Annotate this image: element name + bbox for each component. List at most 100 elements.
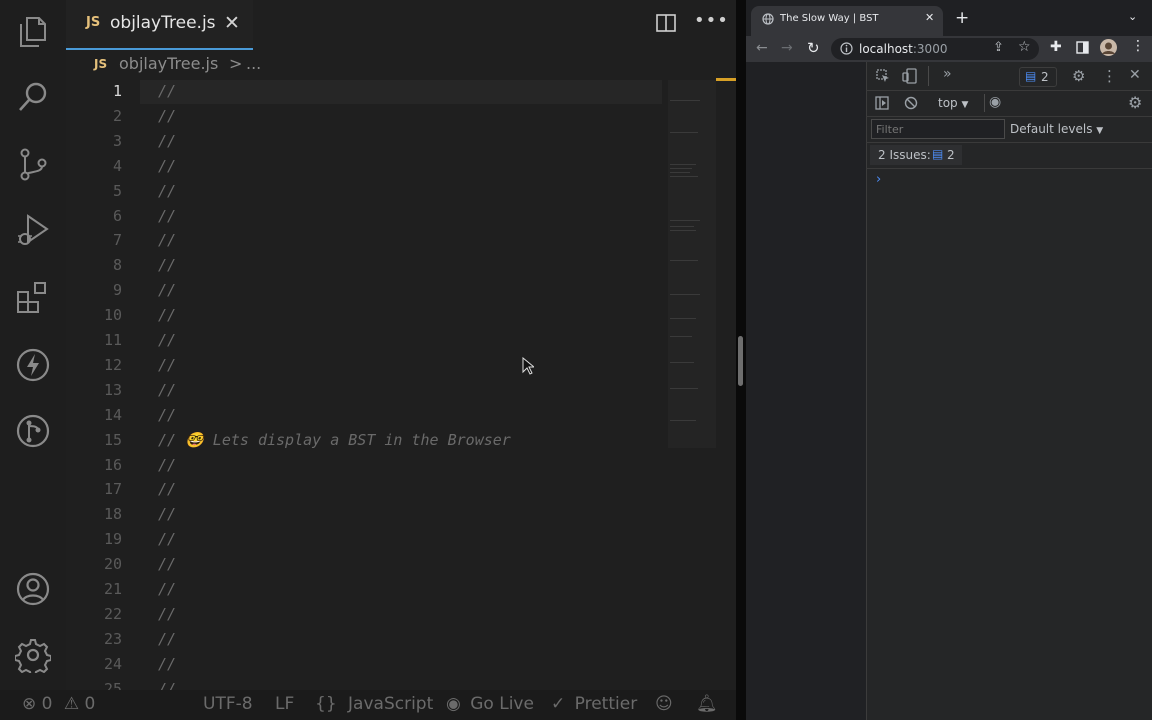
- issues-button[interactable]: 2 Issues: ▤ 2: [870, 145, 962, 165]
- devtools-close-icon[interactable]: ✕: [1129, 67, 1141, 83]
- prettier-button[interactable]: ✓ Prettier: [551, 694, 637, 714]
- broadcast-icon: ◉: [446, 694, 461, 714]
- code-line[interactable]: //: [158, 306, 176, 324]
- devtools-menu-icon[interactable]: ⋮: [1102, 67, 1117, 85]
- code-line[interactable]: //: [158, 356, 176, 374]
- breadcrumb-file[interactable]: objlayTree.js: [119, 54, 218, 73]
- minimap-line: [670, 100, 700, 101]
- prettier-label: Prettier: [574, 694, 638, 714]
- forward-arrow-icon[interactable]: →: [781, 40, 793, 56]
- search-icon[interactable]: [15, 79, 51, 115]
- language-mode[interactable]: {} JavaScript: [315, 694, 433, 714]
- code-line[interactable]: //: [158, 580, 176, 598]
- more-tabs-chevron-icon[interactable]: »: [943, 66, 952, 82]
- line-number: 2: [112, 106, 122, 125]
- code-line[interactable]: //: [158, 630, 176, 648]
- devtools-settings-gear-icon[interactable]: ⚙: [1072, 67, 1085, 85]
- minimap-line: [670, 230, 696, 231]
- line-number: 13: [103, 380, 122, 399]
- code-line[interactable]: //: [158, 381, 176, 399]
- browser-tab-close-icon[interactable]: ✕: [925, 11, 934, 24]
- share-icon[interactable]: ⇪: [993, 40, 1004, 55]
- lightning-icon[interactable]: [15, 347, 51, 383]
- breadcrumb-js-icon: JS: [94, 57, 108, 71]
- code-line[interactable]: //: [158, 456, 176, 474]
- code-line[interactable]: //: [158, 157, 176, 175]
- line-number: 24: [103, 654, 122, 673]
- dropdown-caret-icon: ▼: [961, 100, 969, 110]
- errors-indicator[interactable]: ⊗ 0 ⚠ 0: [22, 694, 95, 714]
- sidebar-toggle-icon[interactable]: [875, 96, 889, 110]
- back-arrow-icon[interactable]: ←: [756, 40, 768, 56]
- code-line[interactable]: // 🤓 Lets display a BST in the Browser: [158, 431, 511, 449]
- live-expression-eye-icon[interactable]: ◉: [989, 94, 1001, 110]
- new-tab-icon[interactable]: +: [955, 8, 969, 28]
- encoding-indicator[interactable]: UTF-8: [203, 694, 253, 714]
- code-line[interactable]: //: [158, 655, 176, 673]
- breadcrumb-separator: >: [229, 54, 243, 73]
- minimap[interactable]: [668, 80, 736, 450]
- line-number: 20: [103, 555, 122, 574]
- context-selector[interactable]: top ▼: [938, 96, 968, 110]
- git-graph-icon[interactable]: [15, 413, 51, 449]
- line-number: 18: [103, 505, 122, 524]
- code-line[interactable]: //: [158, 281, 176, 299]
- issues-counter-badge[interactable]: ▤ 2: [1019, 67, 1057, 87]
- run-debug-icon[interactable]: [15, 212, 51, 248]
- console-filter-input[interactable]: [871, 119, 1005, 139]
- settings-gear-icon[interactable]: [15, 637, 51, 673]
- page-viewport[interactable]: [746, 62, 866, 720]
- more-actions-icon[interactable]: •••: [694, 10, 729, 31]
- code-line[interactable]: //: [158, 480, 176, 498]
- code-line[interactable]: //: [158, 505, 176, 523]
- extensions-icon[interactable]: [15, 280, 51, 316]
- device-toolbar-icon[interactable]: [902, 68, 918, 84]
- line-number: 4: [112, 156, 122, 175]
- issue-message-icon: ▤: [932, 147, 944, 161]
- editor-tab[interactable]: JS objlayTree.js ✕: [66, 0, 253, 50]
- extensions-puzzle-icon[interactable]: ✚: [1050, 39, 1062, 55]
- code-line[interactable]: //: [158, 231, 176, 249]
- code-line[interactable]: //: [158, 331, 176, 349]
- eol-indicator[interactable]: LF: [275, 694, 294, 714]
- code-line[interactable]: //: [158, 182, 176, 200]
- console-settings-gear-icon[interactable]: ⚙: [1128, 93, 1142, 112]
- feedback-icon[interactable]: ☺: [655, 694, 673, 714]
- code-line[interactable]: //: [158, 256, 176, 274]
- side-panel-icon[interactable]: [1076, 41, 1089, 54]
- inspect-element-icon[interactable]: [876, 69, 890, 83]
- minimap-line: [670, 260, 698, 261]
- log-levels-dropdown[interactable]: Default levels ▼: [1010, 122, 1103, 136]
- breadcrumb-symbol[interactable]: ...: [246, 54, 261, 73]
- code-line[interactable]: //: [158, 555, 176, 573]
- source-control-icon[interactable]: [15, 146, 51, 182]
- url-port: :3000: [912, 42, 948, 56]
- profile-avatar[interactable]: [1100, 39, 1117, 56]
- status-bar: ⊗ 0 ⚠ 0 UTF-8 LF {} JavaScript ◉ Go Live…: [0, 690, 736, 720]
- toolbar-separator: [928, 66, 929, 86]
- console-prompt[interactable]: ›: [876, 172, 881, 187]
- account-icon[interactable]: [15, 571, 51, 607]
- code-line[interactable]: //: [158, 107, 176, 125]
- tab-search-chevron-icon[interactable]: ⌄: [1128, 10, 1137, 23]
- code-line[interactable]: //: [158, 406, 176, 424]
- site-info-icon[interactable]: [840, 42, 853, 55]
- chrome-menu-icon[interactable]: ⋮: [1131, 38, 1145, 54]
- line-number: 5: [112, 181, 122, 200]
- tab-close-icon[interactable]: ✕: [224, 12, 240, 34]
- scrollbar-thumb[interactable]: [738, 336, 743, 386]
- code-line[interactable]: //: [158, 605, 176, 623]
- code-line[interactable]: //: [158, 530, 176, 548]
- line-number: 10: [103, 306, 122, 325]
- code-line[interactable]: //: [158, 132, 176, 150]
- go-live-button[interactable]: ◉ Go Live: [446, 694, 534, 714]
- code-line[interactable]: //: [158, 82, 176, 100]
- notifications-bell-icon[interactable]: 🔔︎: [696, 694, 718, 714]
- error-count: 0: [41, 694, 53, 714]
- code-line[interactable]: //: [158, 207, 176, 225]
- reload-icon[interactable]: ↻: [807, 39, 820, 57]
- bookmark-star-icon[interactable]: ☆: [1018, 39, 1031, 55]
- split-editor-icon[interactable]: [656, 14, 676, 32]
- explorer-icon[interactable]: [15, 14, 51, 50]
- clear-console-icon[interactable]: [904, 96, 918, 110]
